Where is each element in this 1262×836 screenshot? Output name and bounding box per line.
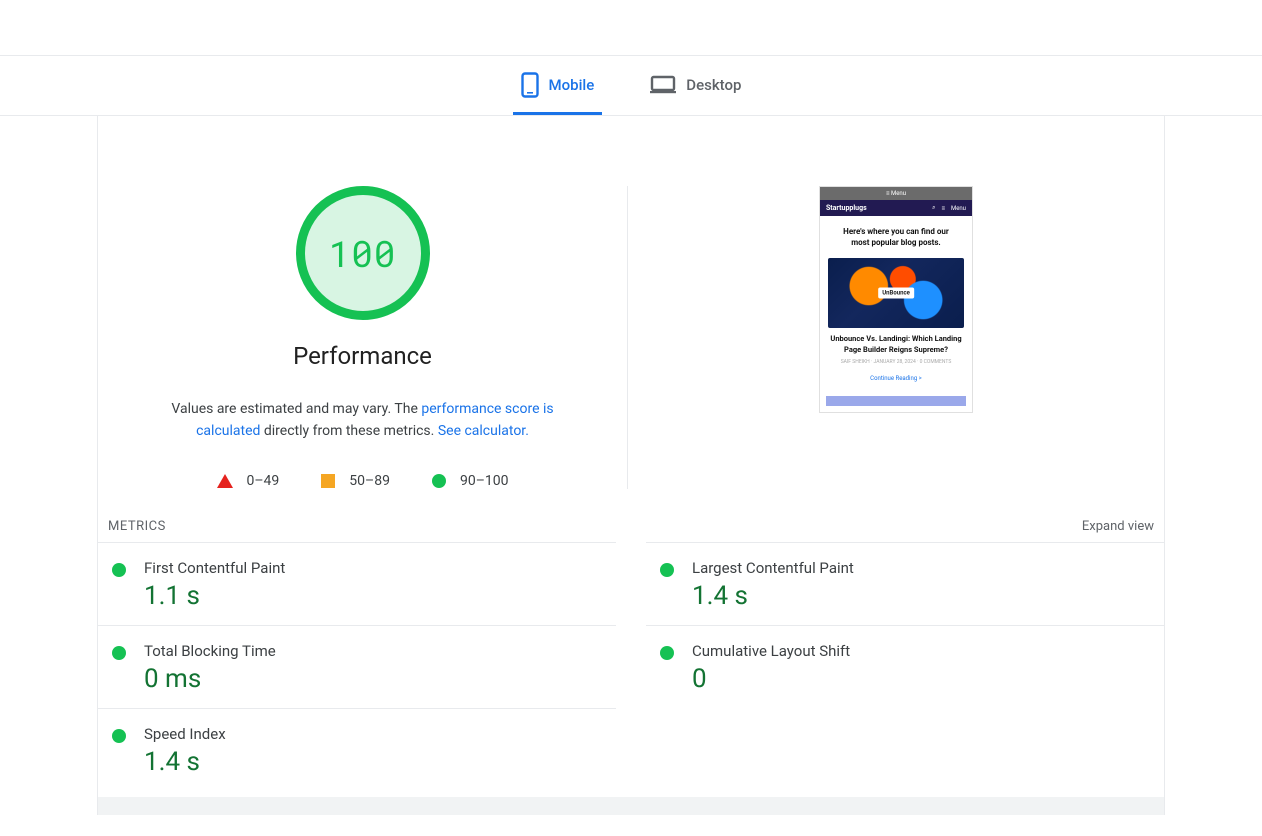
legend-low-label: 0–49 bbox=[247, 473, 280, 489]
preview-post-meta: SAIF SHEIKH · JANUARY 28, 2024 · 0 COMME… bbox=[820, 359, 972, 365]
status-dot-green-icon bbox=[112, 563, 126, 577]
preview-nav-bar: Startupplugs ⌕ ≡ Menu bbox=[820, 200, 972, 216]
legend-high-label: 90–100 bbox=[460, 473, 509, 489]
metric-value: 1.4 s bbox=[144, 747, 226, 777]
mobile-preview: ≡ Menu Startupplugs ⌕ ≡ Menu Here's wher… bbox=[819, 186, 973, 413]
status-dot-green-icon bbox=[660, 563, 674, 577]
preview-search-icon: ⌕ bbox=[932, 204, 935, 212]
triangle-red-icon bbox=[217, 474, 233, 488]
square-orange-icon bbox=[321, 474, 335, 488]
metric-si[interactable]: Speed Index 1.4 s bbox=[98, 708, 616, 791]
preview-headline: Here's where you can find our most popul… bbox=[820, 216, 972, 254]
expand-view-toggle[interactable]: Expand view bbox=[1082, 519, 1154, 534]
metric-tbt[interactable]: Total Blocking Time 0 ms bbox=[98, 625, 616, 708]
metric-label: First Contentful Paint bbox=[144, 559, 285, 577]
report-card: 100 Performance Values are estimated and… bbox=[97, 116, 1165, 815]
tab-mobile-label: Mobile bbox=[549, 76, 595, 94]
desktop-icon bbox=[650, 75, 676, 95]
desc-prefix: Values are estimated and may vary. The bbox=[171, 401, 421, 417]
metric-value: 0 ms bbox=[144, 664, 276, 694]
tab-desktop[interactable]: Desktop bbox=[642, 56, 749, 115]
gauge-ring: 100 bbox=[296, 186, 430, 320]
status-dot-green-icon bbox=[660, 646, 674, 660]
tab-desktop-label: Desktop bbox=[686, 76, 741, 94]
preview-continue-link: Continue Reading > bbox=[820, 375, 972, 382]
mobile-icon bbox=[521, 72, 539, 98]
screenshot-preview-area: ≡ Menu Startupplugs ⌕ ≡ Menu Here's wher… bbox=[628, 186, 1164, 489]
link-see-calculator[interactable]: See calculator. bbox=[438, 423, 529, 439]
desc-middle: directly from these metrics. bbox=[260, 423, 437, 439]
gauge-score: 100 bbox=[329, 229, 397, 277]
preview-hamburger-icon: ≡ bbox=[941, 205, 945, 212]
tab-mobile[interactable]: Mobile bbox=[513, 56, 603, 115]
performance-title: Performance bbox=[293, 342, 432, 370]
metric-label: Speed Index bbox=[144, 725, 226, 743]
metric-label: Cumulative Layout Shift bbox=[692, 642, 850, 660]
preview-menu-label: Menu bbox=[951, 205, 966, 212]
metric-value: 1.1 s bbox=[144, 581, 285, 611]
metric-value: 1.4 s bbox=[692, 581, 854, 611]
performance-summary: 100 Performance Values are estimated and… bbox=[98, 186, 628, 489]
preview-brand: Startupplugs bbox=[826, 204, 867, 212]
top-bar bbox=[0, 0, 1262, 56]
metrics-grid: First Contentful Paint 1.1 s Largest Con… bbox=[98, 542, 1164, 791]
preview-post-title: Unbounce Vs. Landingi: Which Landing Pag… bbox=[820, 334, 972, 354]
metric-value: 0 bbox=[692, 664, 850, 694]
performance-gauge: 100 bbox=[296, 186, 430, 320]
status-dot-green-icon bbox=[112, 646, 126, 660]
preview-footer-bar bbox=[826, 396, 966, 406]
metric-cls[interactable]: Cumulative Layout Shift 0 bbox=[646, 625, 1164, 708]
preview-nav-right: ⌕ ≡ Menu bbox=[932, 204, 966, 212]
performance-description: Values are estimated and may vary. The p… bbox=[143, 398, 583, 443]
device-tabs: Mobile Desktop bbox=[0, 56, 1262, 116]
metric-lcp[interactable]: Largest Contentful Paint 1.4 s bbox=[646, 542, 1164, 625]
metric-fcp[interactable]: First Contentful Paint 1.1 s bbox=[98, 542, 616, 625]
legend-high: 90–100 bbox=[432, 473, 509, 489]
score-legend: 0–49 50–89 90–100 bbox=[217, 473, 509, 489]
preview-post-image bbox=[828, 258, 964, 328]
section-divider bbox=[98, 797, 1164, 815]
legend-mid: 50–89 bbox=[321, 473, 390, 489]
legend-low: 0–49 bbox=[217, 473, 280, 489]
status-dot-green-icon bbox=[112, 729, 126, 743]
metrics-title: METRICS bbox=[108, 519, 166, 534]
metrics-header: METRICS Expand view bbox=[98, 509, 1164, 542]
circle-green-icon bbox=[432, 474, 446, 488]
summary-row: 100 Performance Values are estimated and… bbox=[98, 116, 1164, 509]
legend-mid-label: 50–89 bbox=[349, 473, 390, 489]
metric-label: Total Blocking Time bbox=[144, 642, 276, 660]
preview-menu-bar: ≡ Menu bbox=[820, 187, 972, 200]
metric-label: Largest Contentful Paint bbox=[692, 559, 854, 577]
